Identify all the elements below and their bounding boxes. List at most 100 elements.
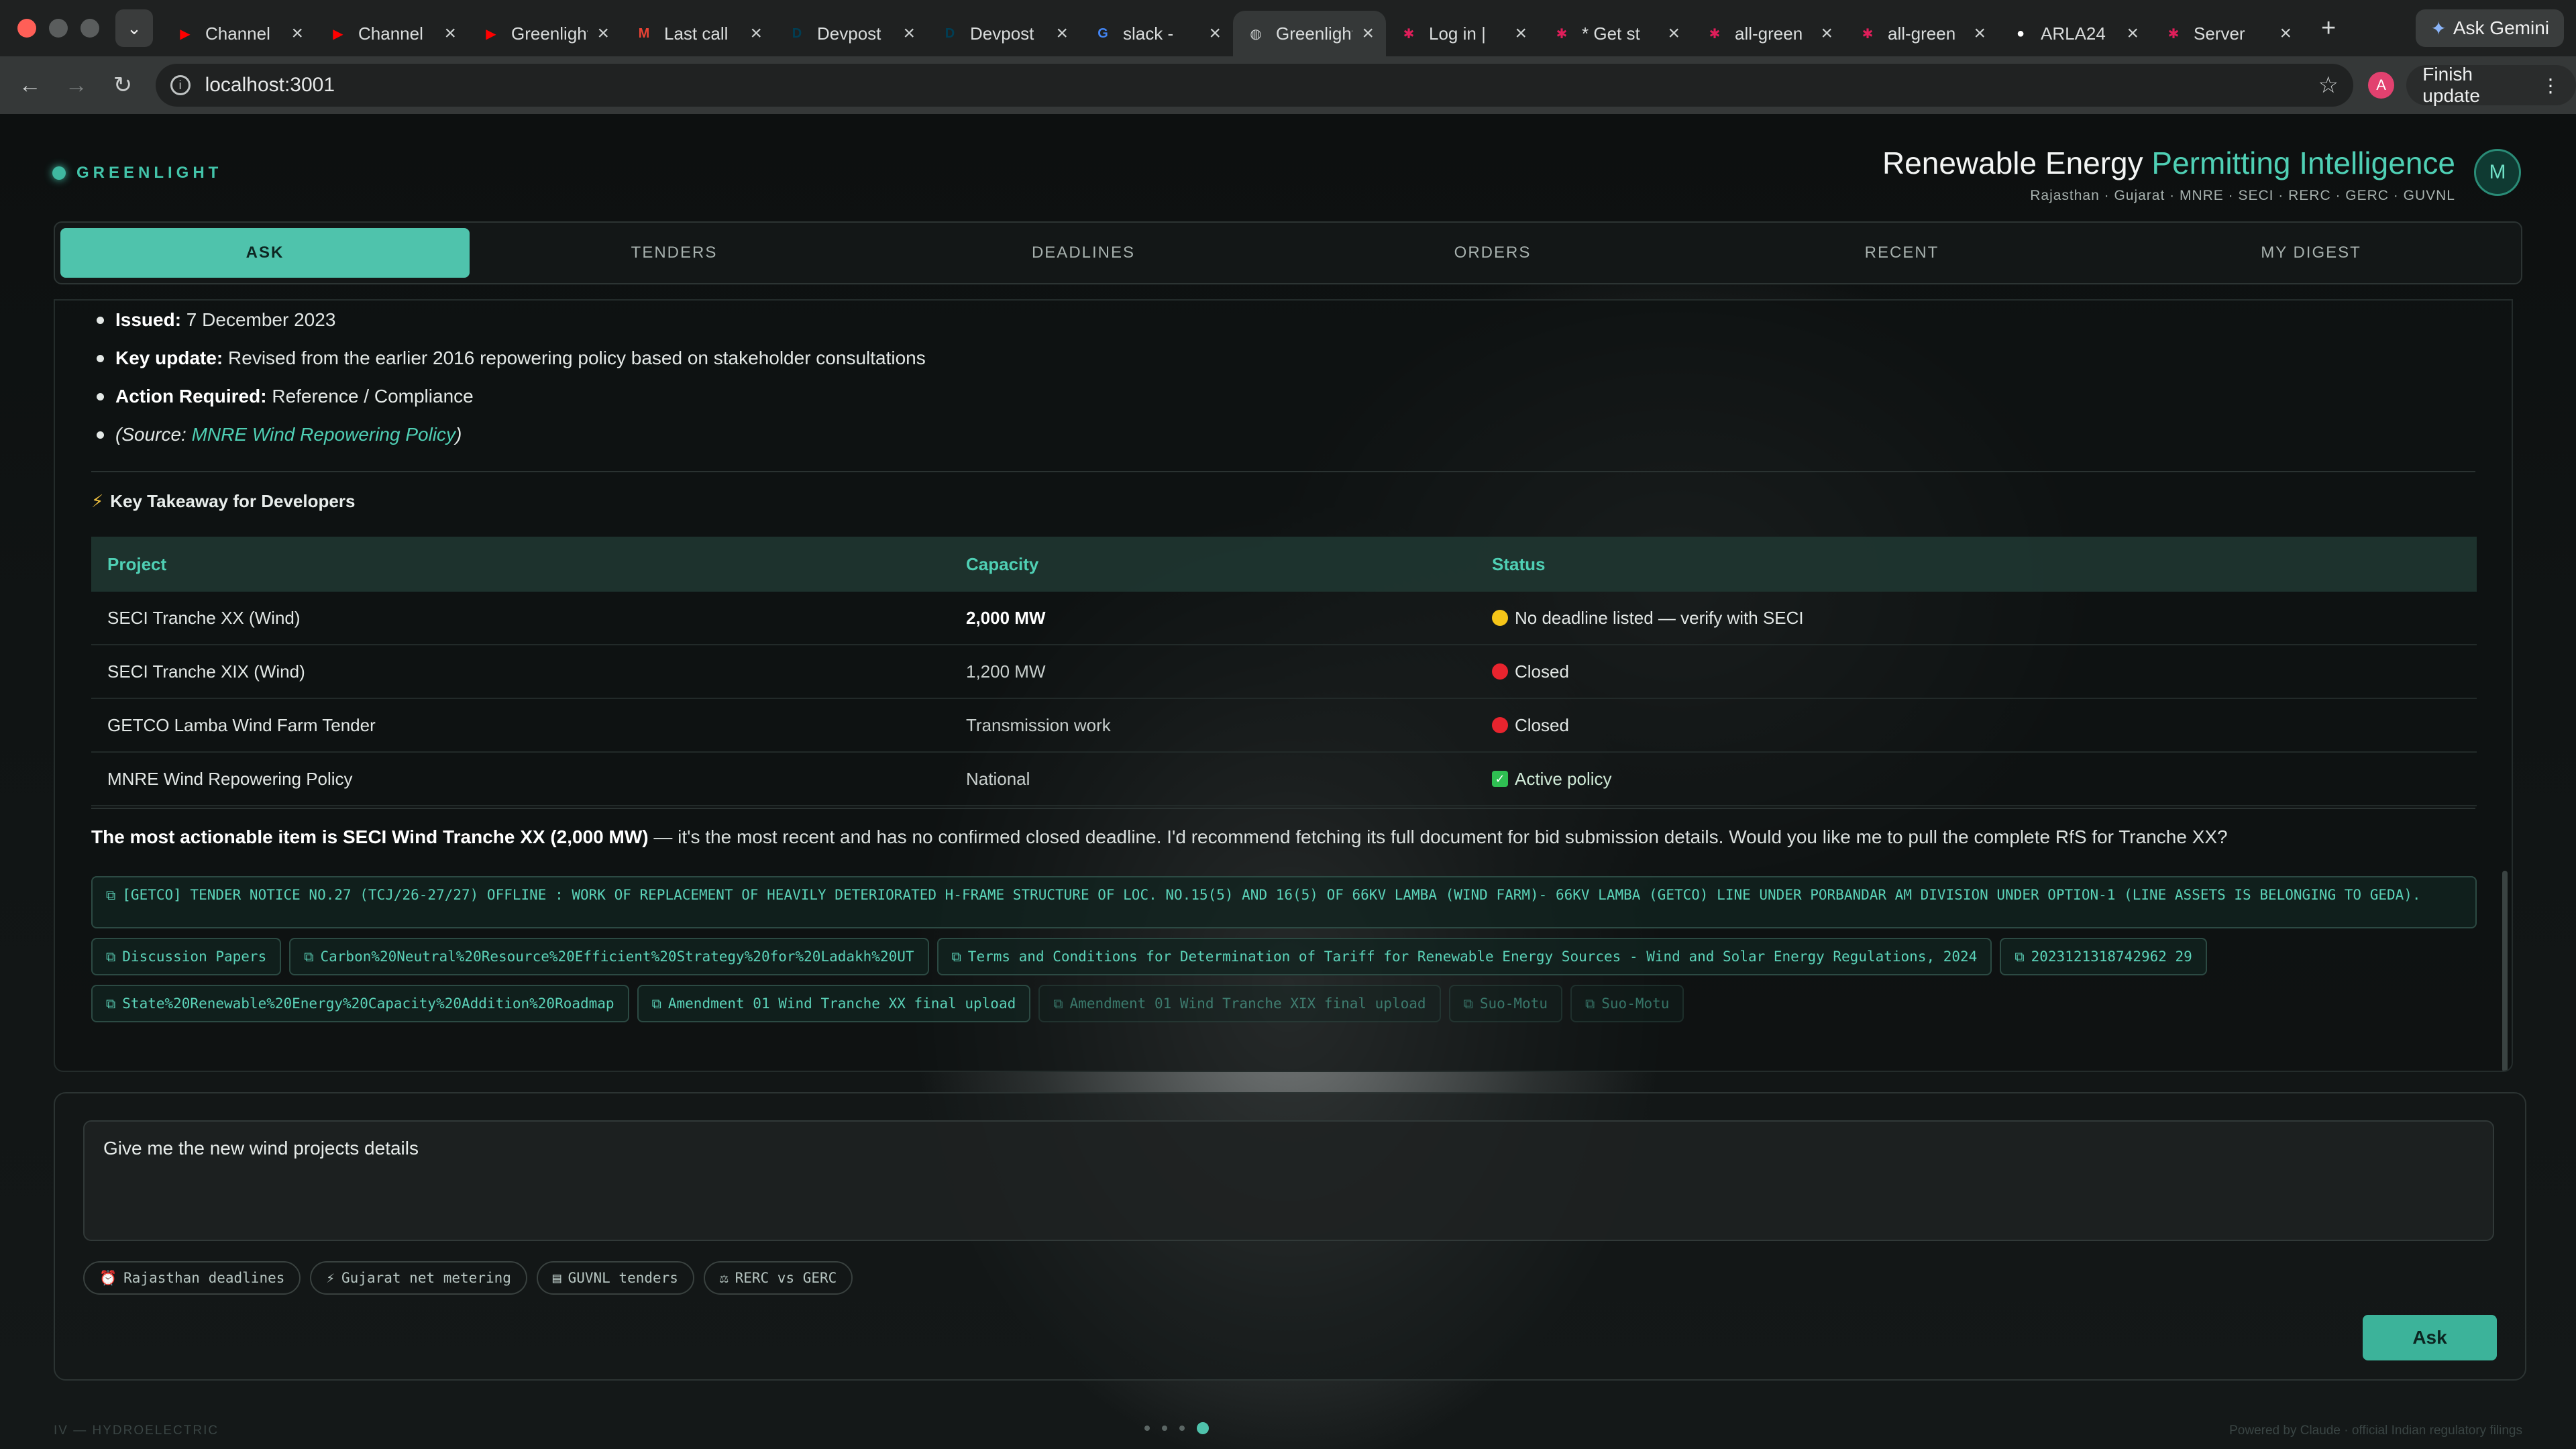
external-link-icon: ⧉	[951, 949, 961, 965]
close-tab-icon[interactable]: ×	[750, 22, 762, 45]
close-tab-icon[interactable]: ×	[1974, 22, 1986, 45]
close-tab-icon[interactable]: ×	[1209, 22, 1221, 45]
back-button[interactable]: ←	[13, 68, 46, 102]
pager-dot[interactable]	[1179, 1426, 1185, 1431]
browser-tab[interactable]: ● ARLA24 ×	[1998, 11, 2151, 56]
yellow-circle-icon	[1492, 610, 1508, 626]
source-chip[interactable]: ⧉ Suo-Motu	[1448, 985, 1562, 1022]
slack-icon: ✱	[1556, 26, 1568, 42]
external-link-icon: ⧉	[1585, 996, 1595, 1012]
source-suffix: )	[455, 424, 462, 445]
divider	[91, 808, 2475, 809]
browser-tab[interactable]: ▶ Channel ×	[162, 11, 315, 56]
profile-avatar[interactable]: A	[2367, 72, 2395, 99]
source-chip[interactable]: ⧉ Carbon%20Neutral%20Resource%20Efficient…	[289, 938, 929, 975]
tab-search-button[interactable]: ⌄	[115, 9, 153, 47]
tab-recent[interactable]: RECENT	[1697, 228, 2106, 278]
close-tab-icon[interactable]: ×	[2279, 22, 2292, 45]
source-chip[interactable]: ⧉ Terms and Conditions for Determination …	[936, 938, 1992, 975]
tab-title: Greenlight	[1276, 23, 1353, 44]
tab-orders[interactable]: ORDERS	[1288, 228, 1697, 278]
close-tab-icon[interactable]: ×	[1821, 22, 1833, 45]
close-tab-icon[interactable]: ×	[597, 22, 609, 45]
pager-dot-active[interactable]	[1197, 1422, 1209, 1434]
external-link-icon: ⧉	[651, 996, 661, 1012]
answer-bullets: Issued: 7 December 2023 Key update: Revi…	[91, 301, 926, 453]
ask-button[interactable]: Ask	[2363, 1315, 2497, 1360]
browser-tab[interactable]: Gslack - ×	[1080, 11, 1233, 56]
bullet-text: Reference / Compliance	[266, 386, 474, 407]
capacity-cell: Transmission work	[966, 714, 1111, 735]
minimize-window-button[interactable]	[49, 19, 68, 38]
source-chip[interactable]: ⧉ Amendment 01 Wind Tranche XIX final upl…	[1038, 985, 1441, 1022]
suggestion-chip[interactable]: ⏰ Rajasthan deadlines	[83, 1261, 301, 1295]
suggestion-chip[interactable]: ⚡ Gujarat net metering	[310, 1261, 527, 1295]
divider	[91, 471, 2475, 472]
column-header-status: Status	[1492, 553, 1546, 574]
slack-icon: ✱	[1403, 26, 1415, 42]
list-item: Action Required: Reference / Compliance	[91, 377, 926, 415]
plus-icon: +	[2321, 13, 2337, 42]
browser-tab[interactable]: ✱ * Get st ×	[1539, 11, 1692, 56]
question-input[interactable]: Give me the new wind projects details	[83, 1120, 2494, 1241]
close-tab-icon[interactable]: ×	[1056, 22, 1068, 45]
maximize-window-button[interactable]	[80, 19, 99, 38]
browser-tab[interactable]: ▶ Channel ×	[315, 11, 468, 56]
pager-dot[interactable]	[1144, 1426, 1150, 1431]
forward-button[interactable]: →	[60, 68, 93, 102]
close-tab-icon[interactable]: ×	[1515, 22, 1527, 45]
close-tab-icon[interactable]: ×	[2127, 22, 2139, 45]
browser-tab[interactable]: ✱ all-green ×	[1845, 11, 1998, 56]
page-header: Renewable Energy Permitting Intelligence…	[1882, 145, 2455, 204]
red-circle-icon	[1492, 663, 1508, 680]
ask-gemini-button[interactable]: ✦ Ask Gemini	[2416, 9, 2564, 47]
source-chip[interactable]: ⧉ Amendment 01 Wind Tranche XX final uplo…	[637, 985, 1031, 1022]
close-window-button[interactable]	[17, 19, 36, 38]
external-link-icon: ⧉	[106, 887, 116, 903]
browser-tab[interactable]: ✱ all-green ×	[1692, 11, 1845, 56]
tab-ask[interactable]: ASK	[60, 228, 470, 278]
source-link[interactable]: MNRE Wind Repowering Policy	[192, 424, 455, 445]
page-title-accent: Permitting Intelligence	[2151, 146, 2455, 180]
browser-tab[interactable]: D Devpost ×	[774, 11, 927, 56]
site-info-icon[interactable]: i	[170, 75, 191, 95]
close-tab-icon[interactable]: ×	[444, 22, 456, 45]
browser-tab[interactable]: ✱ Log in | ×	[1386, 11, 1539, 56]
source-chip[interactable]: ⧉ Discussion Papers	[91, 938, 282, 975]
close-tab-icon[interactable]: ×	[903, 22, 915, 45]
new-tab-button[interactable]: +	[2321, 14, 2336, 43]
brand-logo[interactable]: GREENLIGHT	[52, 164, 222, 182]
browser-tab[interactable]: D Devpost ×	[927, 11, 1080, 56]
table-row: MNRE Wind Repowering Policy National ✓ Acti…	[91, 753, 2477, 806]
suggestion-chip[interactable]: ⚖ RERC vs GERC	[703, 1261, 853, 1295]
takeaway-label: Key Takeaway for Developers	[110, 491, 356, 511]
lightning-icon: ⚡	[91, 491, 104, 511]
address-bar[interactable]: i localhost:3001 ☆	[155, 64, 2353, 107]
status-text: Closed	[1515, 714, 1569, 735]
reload-button[interactable]: ↻	[106, 68, 139, 102]
browser-tab[interactable]: ▶ Greenlight ×	[468, 11, 621, 56]
tab-deadlines[interactable]: DEADLINES	[879, 228, 1288, 278]
suggestion-chip[interactable]: ▤ GUVNL tenders	[536, 1261, 694, 1295]
answer-scrollbar[interactable]	[2502, 871, 2508, 1071]
globe-icon: ◍	[1250, 26, 1262, 42]
tab-my-digest[interactable]: MY DIGEST	[2106, 228, 2516, 278]
user-avatar[interactable]: M	[2474, 149, 2521, 196]
source-chip[interactable]: ⧉ 2023121318742962 29	[2000, 938, 2207, 975]
source-chip[interactable]: ⧉ Suo-Motu	[1570, 985, 1684, 1022]
close-tab-icon[interactable]: ×	[1362, 22, 1374, 45]
browser-tab[interactable]: ◍ Greenlight ×	[1233, 11, 1386, 56]
tab-title: slack -	[1123, 23, 1174, 44]
tab-tenders[interactable]: TENDERS	[470, 228, 879, 278]
finish-update-button[interactable]: Finish update ⋮	[2406, 64, 2576, 106]
browser-tab[interactable]: M Last call ×	[621, 11, 774, 56]
table-row: GETCO Lamba Wind Farm Tender Transmission…	[91, 699, 2477, 753]
project-cell: MNRE Wind Repowering Policy	[107, 768, 353, 789]
close-tab-icon[interactable]: ×	[291, 22, 303, 45]
source-chip[interactable]: ⧉ [GETCO] TENDER NOTICE NO.27 (TCJ/26-27/…	[91, 876, 2477, 928]
bookmark-star-icon[interactable]: ☆	[2318, 72, 2338, 99]
browser-tab[interactable]: ✱ Server ×	[2151, 11, 2304, 56]
pager-dot[interactable]	[1162, 1426, 1167, 1431]
close-tab-icon[interactable]: ×	[1668, 22, 1680, 45]
source-chip[interactable]: ⧉ State%20Renewable%20Energy%20Capacity%2…	[91, 985, 629, 1022]
